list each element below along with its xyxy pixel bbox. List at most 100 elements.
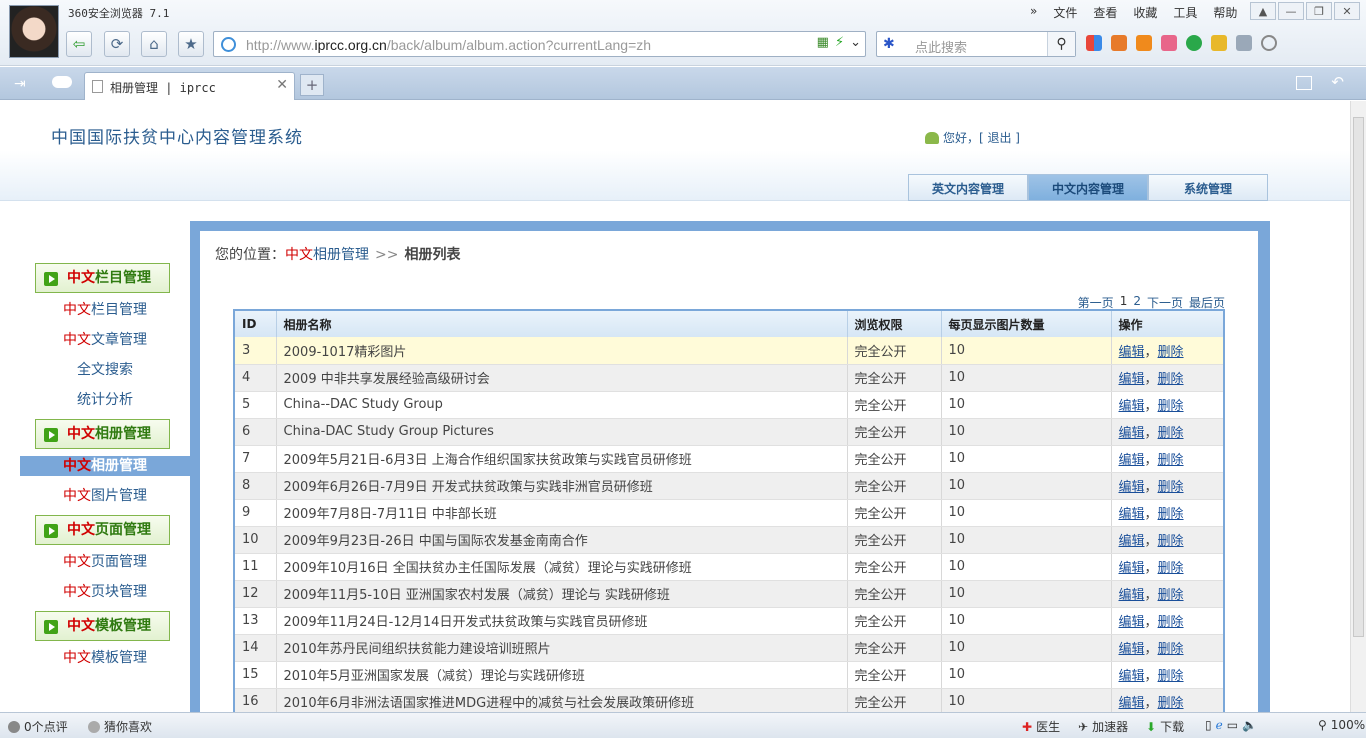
search-button[interactable]: ⚲: [1047, 32, 1075, 56]
sidebar-item-stats[interactable]: 统计分析: [20, 390, 190, 410]
sidebar-group-templates[interactable]: 中文模板管理: [35, 611, 170, 641]
page-info-icon[interactable]: [221, 37, 236, 52]
sidebar-item-templates[interactable]: 中文模板管理: [20, 648, 190, 668]
menu-file[interactable]: 文件: [1045, 4, 1085, 21]
guess-status[interactable]: 猜你喜欢: [88, 718, 152, 735]
close-button[interactable]: ✕: [1334, 2, 1360, 20]
edit-link[interactable]: 编辑: [1119, 507, 1145, 522]
sidebar-group-albums[interactable]: 中文相册管理: [35, 419, 170, 449]
user-avatar[interactable]: [9, 5, 59, 58]
search-box[interactable]: ✱ 点此搜索 ⚲: [876, 31, 1076, 57]
comments-status[interactable]: 0个点评: [8, 718, 68, 735]
layout-icon[interactable]: ▯: [1205, 718, 1212, 732]
chevron-right-icon[interactable]: »: [1022, 4, 1045, 21]
delete-link[interactable]: 删除: [1158, 561, 1184, 576]
delete-link[interactable]: 删除: [1158, 615, 1184, 630]
undo-icon[interactable]: ↶: [1331, 73, 1344, 91]
delete-link[interactable]: 删除: [1158, 480, 1184, 495]
edit-link[interactable]: 编辑: [1119, 588, 1145, 603]
edit-link[interactable]: 编辑: [1119, 453, 1145, 468]
edit-link[interactable]: 编辑: [1119, 615, 1145, 630]
greeting-text[interactable]: 您好，[ 退出 ]: [943, 131, 1020, 145]
url-text[interactable]: http://www.iprcc.org.cn/back/album/album…: [246, 37, 651, 53]
menu-tools[interactable]: 工具: [1165, 4, 1205, 21]
delete-link[interactable]: 删除: [1158, 507, 1184, 522]
sidebar-item-articles[interactable]: 中文文章管理: [20, 330, 190, 350]
delete-link[interactable]: 删除: [1158, 345, 1184, 360]
refresh-button[interactable]: ⟳: [104, 31, 130, 57]
browser-tab[interactable]: 相册管理 | iprcc ✕: [84, 72, 295, 100]
edit-link[interactable]: 编辑: [1119, 642, 1145, 657]
tab-chinese-content[interactable]: 中文内容管理: [1028, 174, 1148, 201]
edit-link[interactable]: 编辑: [1119, 669, 1145, 684]
tab-english-content[interactable]: 英文内容管理: [908, 174, 1028, 201]
search-input[interactable]: 点此搜索: [915, 37, 967, 56]
sidebar-item-columns[interactable]: 中文栏目管理: [20, 300, 190, 320]
cloud-icon[interactable]: [52, 76, 72, 88]
sidebar-item-blocks[interactable]: 中文页块管理: [20, 582, 190, 602]
delete-link[interactable]: 删除: [1158, 642, 1184, 657]
plane-icon[interactable]: [1136, 35, 1152, 51]
delete-link[interactable]: 删除: [1158, 426, 1184, 441]
menu-help[interactable]: 帮助: [1205, 4, 1245, 21]
edit-link[interactable]: 编辑: [1119, 696, 1145, 711]
vertical-scrollbar[interactable]: [1350, 101, 1366, 712]
close-tab-icon[interactable]: ✕: [276, 77, 288, 93]
delete-link[interactable]: 删除: [1158, 669, 1184, 684]
edit-link[interactable]: 编辑: [1119, 480, 1145, 495]
skin-icon[interactable]: ▲: [1250, 2, 1276, 20]
screenshot-icon[interactable]: [1236, 35, 1252, 51]
tab-system[interactable]: 系统管理: [1148, 174, 1268, 201]
sidebar-group-pages[interactable]: 中文页面管理: [35, 515, 170, 545]
minimize-button[interactable]: —: [1278, 2, 1304, 20]
apps-icon[interactable]: [1086, 35, 1102, 51]
ie-icon[interactable]: ℯ: [1216, 718, 1223, 732]
doctor-status[interactable]: ✚ 医生: [1022, 718, 1060, 735]
home-button[interactable]: ⌂: [141, 31, 167, 57]
edit-link[interactable]: 编辑: [1119, 534, 1145, 549]
dropdown-icon[interactable]: ⌄: [850, 35, 861, 50]
back-button[interactable]: ⇦: [66, 31, 92, 57]
delete-link[interactable]: 删除: [1158, 534, 1184, 549]
gift-icon[interactable]: [1161, 35, 1177, 51]
edit-link[interactable]: 编辑: [1119, 372, 1145, 387]
calendar-icon[interactable]: [1111, 35, 1127, 51]
restore-button[interactable]: ❐: [1306, 2, 1332, 20]
qr-code-icon[interactable]: ▦: [817, 35, 829, 50]
address-bar[interactable]: http://www.iprcc.org.cn/back/album/album…: [213, 31, 866, 57]
edit-link[interactable]: 编辑: [1119, 345, 1145, 360]
lightning-icon[interactable]: ⚡: [835, 35, 844, 50]
sidebar-toggle-icon[interactable]: ⇥: [14, 76, 26, 92]
zoom-icon[interactable]: [1261, 35, 1277, 51]
sidebar-item-search[interactable]: 全文搜索: [20, 360, 190, 380]
menu-view[interactable]: 查看: [1085, 4, 1125, 21]
accelerator-status[interactable]: ✈ 加速器: [1078, 718, 1128, 735]
sidebar-group-columns[interactable]: 中文栏目管理: [35, 263, 170, 293]
scrollbar-thumb[interactable]: [1353, 117, 1364, 637]
edit-link[interactable]: 编辑: [1119, 399, 1145, 414]
menu-favorites[interactable]: 收藏: [1125, 4, 1165, 21]
delete-link[interactable]: 删除: [1158, 588, 1184, 603]
window-icon[interactable]: ▭: [1227, 718, 1238, 732]
item-label: 页面管理: [91, 554, 147, 570]
sound-icon[interactable]: 🔈: [1242, 718, 1257, 732]
folder-icon[interactable]: [1211, 35, 1227, 51]
new-tab-button[interactable]: +: [300, 74, 324, 96]
zoom-status[interactable]: ⚲ 100%: [1318, 718, 1365, 732]
table-row: 4 2009 中非共享发展经验高级研讨会 完全公开 10 编辑，删除: [234, 364, 1225, 392]
restore-tab-icon[interactable]: [1296, 76, 1312, 90]
edit-link[interactable]: 编辑: [1119, 426, 1145, 441]
sidebar-item-albums[interactable]: 中文相册管理: [20, 456, 190, 476]
breadcrumb-section[interactable]: 相册管理: [313, 247, 369, 263]
delete-link[interactable]: 删除: [1158, 453, 1184, 468]
favorite-button[interactable]: ★: [178, 31, 204, 57]
delete-link[interactable]: 删除: [1158, 696, 1184, 711]
delete-link[interactable]: 删除: [1158, 372, 1184, 387]
delete-link[interactable]: 删除: [1158, 399, 1184, 414]
edit-link[interactable]: 编辑: [1119, 561, 1145, 576]
download-status[interactable]: ⬇ 下载: [1146, 718, 1184, 735]
baidu-paw-icon[interactable]: ✱: [883, 36, 895, 52]
sidebar-item-pages[interactable]: 中文页面管理: [20, 552, 190, 572]
shield-icon[interactable]: [1186, 35, 1202, 51]
sidebar-item-pictures[interactable]: 中文图片管理: [20, 486, 190, 506]
